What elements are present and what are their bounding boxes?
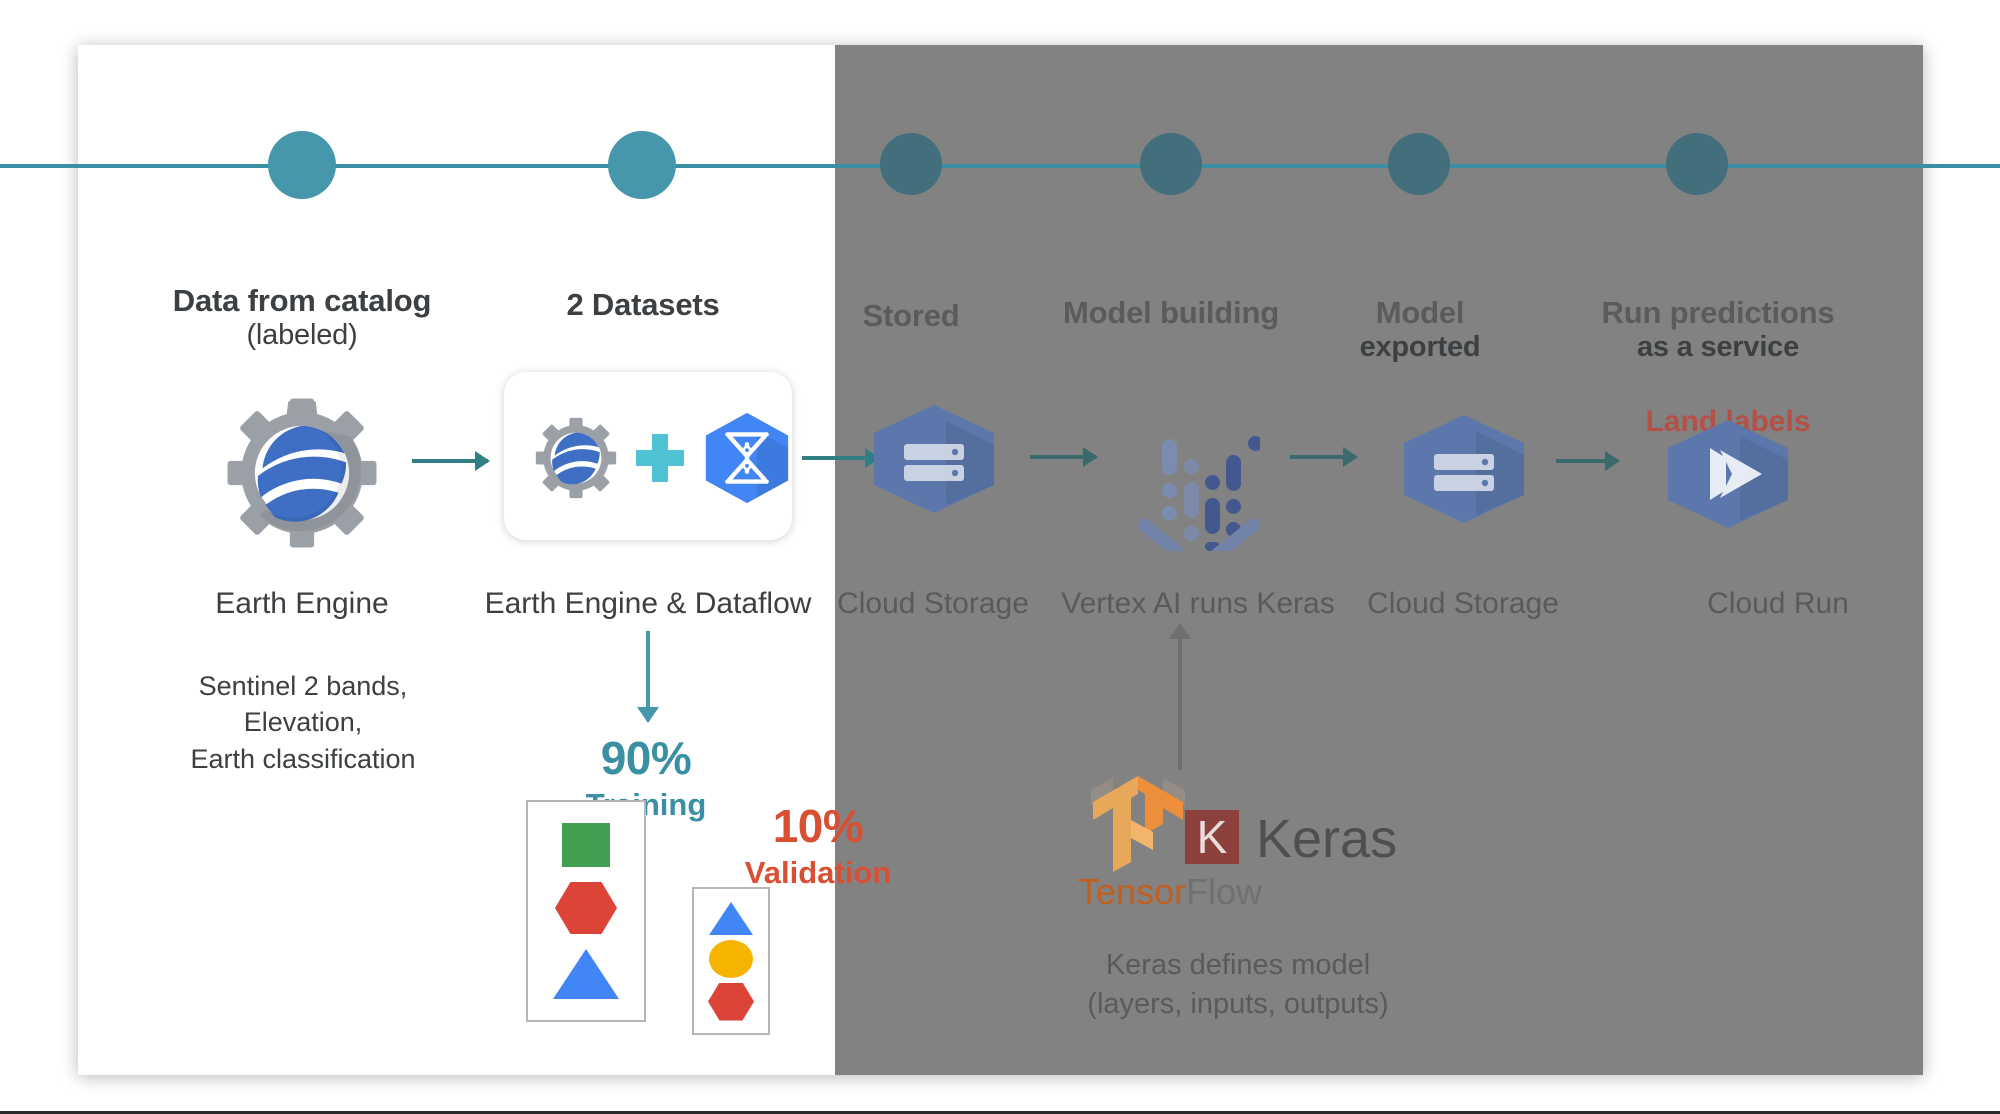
earth-engine-small-icon — [535, 417, 617, 499]
slide-canvas: Data from catalog (labeled) 2 Datasets S… — [0, 0, 2000, 1114]
cloud-storage-2-label: Cloud Storage — [1367, 587, 1559, 620]
stage-title-0: Data from catalog (labeled) — [152, 283, 452, 353]
stage-title-4-label: Model — [1375, 295, 1465, 330]
timeline-node-2 — [608, 131, 676, 199]
cloud-storage-1-icon — [870, 403, 998, 515]
validation-pct: 10% — [772, 800, 864, 852]
slide-card: Data from catalog (labeled) 2 Datasets S… — [0, 45, 2000, 1075]
timeline-node-6 — [1666, 133, 1728, 195]
tensorflow-word-b: Flow — [1186, 871, 1263, 912]
arrow-keras-to-vertex — [1178, 625, 1182, 770]
keras-wordmark: Keras — [1256, 809, 1398, 869]
stage-title-0-label: Data from catalog — [172, 283, 432, 318]
earth-engine-dataflow-label: Earth Engine & Dataflow — [484, 587, 812, 620]
shape-red-hexagon — [555, 881, 617, 934]
stage-title-3: Model building — [1031, 295, 1311, 331]
timeline-node-1 — [268, 131, 336, 199]
cloud-run-label: Cloud Run — [1707, 587, 1849, 620]
shape-red-hexagon-v — [708, 982, 754, 1021]
keras-model-note: Keras defines model (layers, inputs, out… — [1087, 949, 1389, 1021]
stage-title-3-label: Model building — [1063, 295, 1279, 330]
earth-engine-icon — [226, 397, 378, 549]
earth-engine-label: Earth Engine — [215, 587, 389, 620]
tensorflow-icon — [1083, 772, 1193, 882]
arrow-storage-to-vertex — [1030, 455, 1096, 459]
vertex-ai-icon — [1137, 433, 1263, 581]
shape-yellow-circle — [709, 939, 753, 978]
stage-title-5-label: Run predictions — [1601, 295, 1835, 330]
shape-green-square — [562, 823, 610, 868]
tensorflow-word-a: Tensor — [1078, 871, 1187, 912]
arrow-vertex-to-storage2 — [1290, 455, 1356, 459]
stage-title-2: Stored — [796, 298, 1026, 334]
training-pct: 90% — [600, 732, 692, 784]
stage-title-5: Run predictions as a service — [1553, 295, 1883, 365]
tensorflow-wordmark: TensorFlow — [1078, 871, 1262, 913]
shape-blue-triangle — [553, 948, 619, 999]
dataflow-icon — [698, 409, 796, 507]
shape-blue-triangle-v — [709, 901, 753, 935]
cloud-run-icon — [1664, 418, 1792, 530]
cloud-storage-2-icon — [1400, 413, 1528, 525]
stage-title-1: 2 Datasets — [508, 287, 778, 323]
timeline-node-5 — [1388, 133, 1450, 195]
validation-shapes-box — [692, 887, 770, 1035]
arrow-ee-to-combo — [412, 459, 488, 463]
timeline-node-3 — [880, 133, 942, 195]
stage-title-4: Model exported — [1294, 295, 1546, 365]
stage-title-5-sub: as a service — [1636, 330, 1800, 363]
stage-title-2-label: Stored — [862, 298, 960, 333]
catalog-bands-note: Sentinel 2 bands, Elevation, Earth class… — [190, 671, 416, 774]
training-shapes-box — [526, 800, 646, 1022]
plus-icon — [634, 432, 686, 484]
stage-title-4-sub: exported — [1359, 330, 1481, 363]
dim-overlay-right — [835, 45, 1923, 1075]
stage-title-0-sub: (labeled) — [246, 318, 358, 351]
stage-title-1-label: 2 Datasets — [566, 287, 720, 322]
keras-badge-icon: K — [1185, 810, 1239, 864]
timeline-node-4 — [1140, 133, 1202, 195]
vertex-ai-label: Vertex AI runs Keras — [1061, 587, 1335, 620]
validation-label: Validation — [744, 855, 892, 890]
arrow-split-down — [646, 631, 650, 721]
arrow-combo-to-storage — [802, 456, 878, 460]
arrow-storage2-to-run — [1556, 459, 1618, 463]
